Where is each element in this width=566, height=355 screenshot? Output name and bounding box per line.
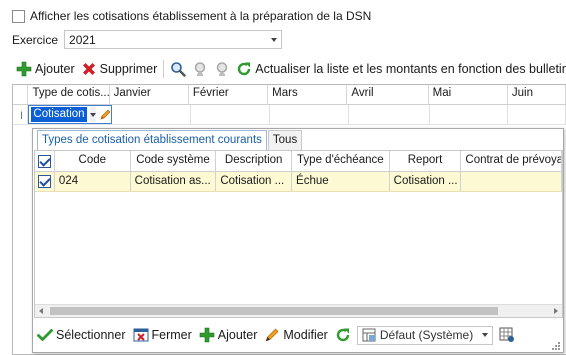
cell-code-systeme[interactable]: Cotisation as... (131, 172, 217, 191)
type-cotisation-editor[interactable]: Cotisation (28, 105, 113, 124)
exercice-value: 2021 (69, 32, 96, 47)
lookup-grid-header: Code Code système Description Type d'éch… (35, 151, 562, 172)
edit-button[interactable]: Modifier (264, 327, 328, 343)
grid-header: Type de cotis... Janvier Février Mars Av… (13, 85, 566, 105)
col-report[interactable]: Report (390, 151, 462, 171)
table-row[interactable]: Cotisation (13, 105, 566, 125)
select-button[interactable]: Sélectionner (37, 327, 126, 343)
toolbar-separator (163, 60, 165, 78)
select-all-cell[interactable] (35, 151, 55, 171)
edit-button-label: Modifier (283, 328, 328, 342)
close-button[interactable]: Fermer (133, 327, 192, 343)
pencil-icon[interactable] (99, 109, 111, 121)
editor-value[interactable]: Cotisation (31, 107, 87, 122)
scroll-left-icon[interactable] (35, 305, 47, 317)
popup-add-button-label: Ajouter (217, 328, 258, 342)
zoom-out-icon[interactable] (214, 61, 230, 77)
row-checkbox[interactable] (37, 175, 51, 188)
fevrier-cell[interactable] (191, 105, 270, 125)
col-avril[interactable]: Avril (347, 85, 429, 104)
col-juin[interactable]: Juin (508, 85, 566, 104)
toolbar: Ajouter Supprimer Actualiser la liste et… (16, 58, 566, 80)
plus-icon (16, 61, 32, 77)
col-type-echeance[interactable]: Type d'échéance (292, 151, 390, 171)
avril-cell[interactable] (349, 105, 430, 125)
grid-row-indicator-header (13, 85, 29, 104)
exercice-label: Exercice (12, 32, 59, 47)
scroll-right-icon[interactable] (550, 305, 562, 317)
col-mai[interactable]: Mai (429, 85, 508, 104)
red-x-icon (81, 61, 97, 77)
col-contrat-prevoyance[interactable]: Contrat de prévoyance (461, 151, 562, 171)
refresh-icon (236, 61, 252, 77)
view-layout-select[interactable]: Défaut (Système) (356, 325, 493, 345)
cotisation-lookup-popup: Types de cotisation établissement couran… (32, 128, 564, 353)
zoom-in-icon[interactable] (192, 61, 208, 77)
tab-current-types[interactable]: Types de cotisation établissement couran… (37, 130, 267, 150)
exercice-select[interactable]: 2021 (64, 30, 283, 49)
pencil-icon (264, 327, 280, 343)
exercice-row: Exercice 2021 (12, 30, 283, 49)
col-janvier[interactable]: Janvier (110, 85, 189, 104)
type-cotisation-cell[interactable]: Cotisation (28, 105, 113, 125)
juin-cell[interactable] (508, 105, 566, 125)
layout-icon (362, 328, 376, 342)
close-button-label: Fermer (151, 328, 192, 342)
editor-dropdown-button[interactable] (89, 107, 97, 122)
col-mars[interactable]: Mars (268, 85, 348, 104)
list-item[interactable]: 024 Cotisation as... Cotisation ... Échu… (35, 172, 562, 192)
delete-button[interactable]: Supprimer (81, 61, 158, 77)
janvier-cell[interactable] (112, 105, 192, 125)
cell-type-echeance[interactable]: Échue (292, 172, 390, 191)
row-check-cell[interactable] (35, 172, 55, 191)
magnifier-icon[interactable] (170, 61, 186, 77)
cell-report[interactable]: Cotisation ... (390, 172, 462, 191)
chevron-down-icon (481, 333, 488, 337)
delete-button-label: Supprimer (99, 62, 158, 76)
checkmark-icon (37, 327, 53, 343)
popup-add-button[interactable]: Ajouter (199, 327, 258, 343)
view-layout-value: Défaut (Système) (379, 328, 474, 342)
mars-cell[interactable] (270, 105, 349, 125)
refresh-button-label: Actualiser la liste et les montants en f… (255, 62, 566, 76)
col-code[interactable]: Code (55, 151, 131, 171)
mai-cell[interactable] (430, 105, 509, 125)
refresh-button[interactable]: Actualiser la liste et les montants en f… (236, 61, 566, 77)
show-contributions-checkbox[interactable] (12, 9, 25, 23)
lookup-grid: Code Code système Description Type d'éch… (34, 150, 563, 318)
cell-code[interactable]: 024 (55, 172, 131, 191)
tab-all[interactable]: Tous (267, 130, 303, 150)
close-window-icon (133, 327, 149, 343)
show-contributions-checkbox-row[interactable]: Afficher les cotisations établissement à… (12, 9, 371, 23)
scrollbar-thumb[interactable] (50, 307, 498, 315)
cell-description[interactable]: Cotisation ... (216, 172, 293, 191)
col-type-cotisation[interactable]: Type de cotis... (28, 85, 110, 104)
chevron-down-icon (271, 37, 278, 42)
horizontal-scrollbar[interactable] (35, 304, 562, 317)
add-button[interactable]: Ajouter (16, 61, 75, 77)
grid-settings-icon[interactable] (499, 327, 515, 343)
resize-grip-icon[interactable] (551, 340, 561, 350)
col-description[interactable]: Description (216, 151, 293, 171)
col-fevrier[interactable]: Février (189, 85, 269, 104)
plus-icon (199, 327, 215, 343)
select-button-label: Sélectionner (56, 328, 126, 342)
row-indicator (13, 105, 29, 125)
select-all-checkbox[interactable] (37, 154, 51, 168)
add-button-label: Ajouter (35, 62, 75, 76)
cell-contrat[interactable] (461, 172, 562, 191)
refresh-icon[interactable] (335, 327, 351, 343)
popup-action-bar: Sélectionner Fermer Ajouter Modifier Déf… (37, 323, 515, 347)
chevron-down-icon (89, 112, 96, 117)
popup-tabs: Types de cotisation établissement couran… (37, 130, 303, 150)
show-contributions-label: Afficher les cotisations établissement à… (30, 9, 372, 23)
col-code-systeme[interactable]: Code système (131, 151, 217, 171)
